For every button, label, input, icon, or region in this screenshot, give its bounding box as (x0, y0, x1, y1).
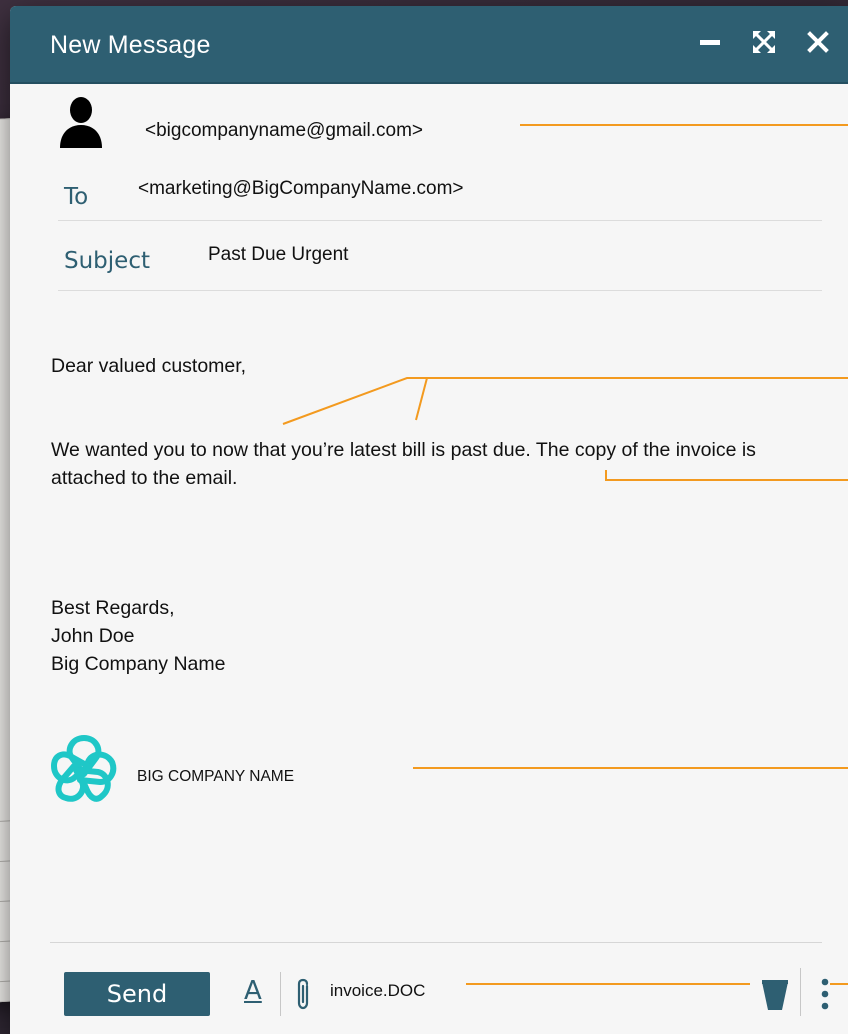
message-signoff: Best Regards, John Doe Big Company Name (51, 594, 226, 678)
company-logo-icon (51, 735, 117, 802)
trash-icon[interactable] (760, 978, 790, 1012)
expand-button[interactable] (746, 24, 782, 60)
toolbar-separator (280, 972, 281, 1016)
title-bar: New Message (10, 6, 848, 84)
toolbar-divider (50, 942, 822, 943)
signer-name: John Doe (51, 625, 135, 647)
to-value[interactable]: <marketing@BigCompanyName.com> (138, 178, 464, 200)
close-icon (807, 31, 829, 53)
compose-window: New Message <bigcompanyname@gmail.com> T… (10, 6, 848, 1034)
minimize-icon (700, 40, 720, 45)
toolbar-separator-right (800, 968, 801, 1016)
signer-company: Big Company Name (51, 653, 226, 675)
from-row: <bigcompanyname@gmail.com> (58, 96, 848, 156)
expand-icon (753, 31, 775, 53)
message-greeting: Dear valued customer, (51, 355, 247, 377)
attachment-name[interactable]: invoice.DOC (330, 981, 425, 1001)
company-caption: BIG COMPANY NAME (137, 768, 295, 785)
signoff-line: Best Regards, (51, 597, 175, 619)
from-address: <bigcompanyname@gmail.com> (145, 120, 424, 141)
send-button[interactable]: Send (64, 972, 210, 1016)
window-title: New Message (50, 31, 211, 59)
format-text-icon[interactable]: A (244, 976, 262, 1006)
subject-label: Subject (64, 248, 150, 274)
paperclip-icon[interactable] (294, 978, 314, 1012)
message-paragraph: We wanted you to now that you’re latest … (51, 439, 756, 489)
close-button[interactable] (800, 24, 836, 60)
subject-value[interactable]: Past Due Urgent (208, 244, 348, 266)
to-field[interactable]: To <marketing@BigCompanyName.com> (58, 166, 822, 221)
user-icon (60, 97, 102, 148)
to-label: To (64, 184, 89, 210)
more-vertical-icon[interactable] (818, 974, 832, 1014)
minimize-button[interactable] (692, 24, 728, 60)
subject-field[interactable]: Subject Past Due Urgent (58, 228, 822, 291)
